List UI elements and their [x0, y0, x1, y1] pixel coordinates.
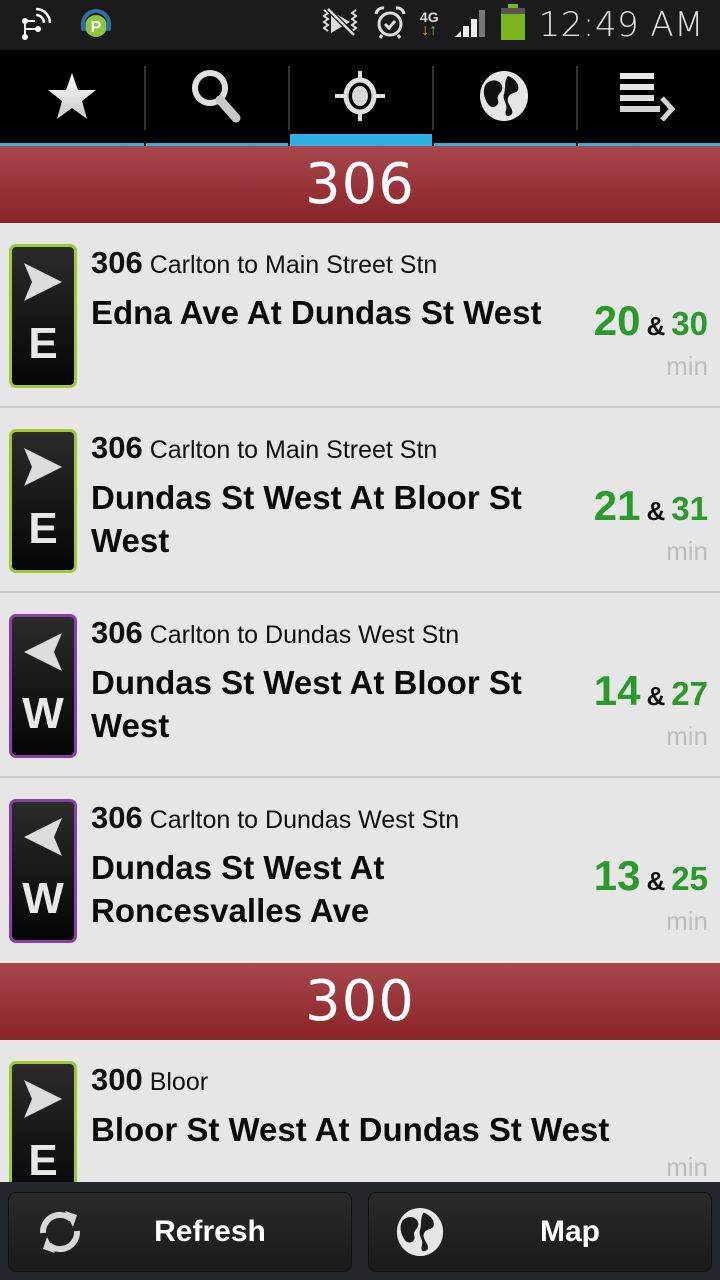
location-target-icon [334, 70, 386, 127]
arrow-left-icon [24, 633, 62, 671]
signal-icon [453, 7, 487, 42]
stop-name: Edna Ave At Dundas St West [91, 294, 542, 331]
arrival-times: 21 & 31 [593, 482, 708, 529]
arrival-times: 14 & 27 [593, 667, 708, 714]
list-item[interactable]: W 306 Carlton to Dundas West Stn Dundas … [0, 778, 720, 963]
tab-routes[interactable] [576, 50, 720, 146]
svg-text:P: P [91, 19, 102, 36]
section-header-300: 300 [0, 963, 720, 1040]
arrow-right-icon [24, 263, 62, 301]
tab-nearby[interactable] [288, 50, 432, 146]
globe-icon [478, 70, 530, 127]
refresh-button[interactable]: Refresh [8, 1192, 352, 1272]
network-4g-icon: 4G ↓↑ [419, 9, 439, 39]
minutes-label: min [666, 721, 708, 751]
tab-map[interactable] [432, 50, 576, 146]
minutes-label: min [666, 536, 708, 566]
list-item[interactable]: W 306 Carlton to Dundas West Stn Dundas … [0, 593, 720, 778]
route-line: 306 Carlton to Main Street Stn [91, 245, 438, 280]
section-header-306: 306 [0, 146, 720, 223]
stop-name: Dundas St West At Bloor St West [91, 479, 522, 559]
minutes-label: min [666, 906, 708, 936]
list-item[interactable]: E 306 Carlton to Main Street Stn Edna Av… [0, 223, 720, 408]
refresh-icon [35, 1207, 85, 1257]
stop-list[interactable]: 306 E 306 Carlton to Main Street Stn Edn… [0, 146, 720, 1225]
status-bar: P 4G ↓↑ 12:49 AM [0, 0, 720, 50]
stop-name: Bloor St West At Dundas St West [91, 1111, 610, 1148]
clock: 12:49 AM [538, 4, 704, 45]
arrow-right-icon [24, 1080, 62, 1118]
bottom-action-bar: Refresh Map [0, 1182, 720, 1280]
search-icon [190, 68, 242, 129]
globe-icon [395, 1207, 445, 1257]
list-arrow-icon [620, 71, 676, 126]
arrow-right-icon [24, 448, 62, 486]
route-line: 306 Carlton to Main Street Stn [91, 430, 438, 465]
stop-name: Dundas St West At Bloor St West [91, 664, 522, 744]
route-line: 306 Carlton to Dundas West Stn [91, 615, 460, 650]
battery-icon [500, 4, 525, 45]
tab-indicator-active [290, 134, 432, 146]
stop-name: Dundas St West At Roncesvalles Ave [91, 849, 385, 929]
tab-favorites[interactable] [0, 50, 144, 146]
alarm-icon [374, 5, 406, 44]
direction-badge-west: W [9, 614, 77, 758]
wifi-hotspot-icon [20, 7, 56, 46]
route-line: 306 Carlton to Dundas West Stn [91, 800, 460, 835]
tab-bar [0, 50, 720, 146]
mute-vibrate-icon [320, 7, 360, 42]
minutes-label: min [666, 351, 708, 381]
minutes-label: min [666, 1152, 708, 1182]
route-line: 300 Bloor [91, 1062, 209, 1097]
list-item[interactable]: E 306 Carlton to Main Street Stn Dundas … [0, 408, 720, 593]
arrival-times: 20 & 30 [593, 297, 708, 344]
map-button[interactable]: Map [368, 1192, 712, 1272]
direction-badge-west: W [9, 799, 77, 943]
arrival-times: 13 & 25 [593, 852, 708, 899]
direction-badge-east: E [9, 244, 77, 388]
podcast-app-icon: P [78, 6, 114, 47]
direction-badge-east: E [9, 429, 77, 573]
star-icon [46, 71, 98, 126]
arrow-left-icon [24, 818, 62, 856]
tab-search[interactable] [144, 50, 288, 146]
